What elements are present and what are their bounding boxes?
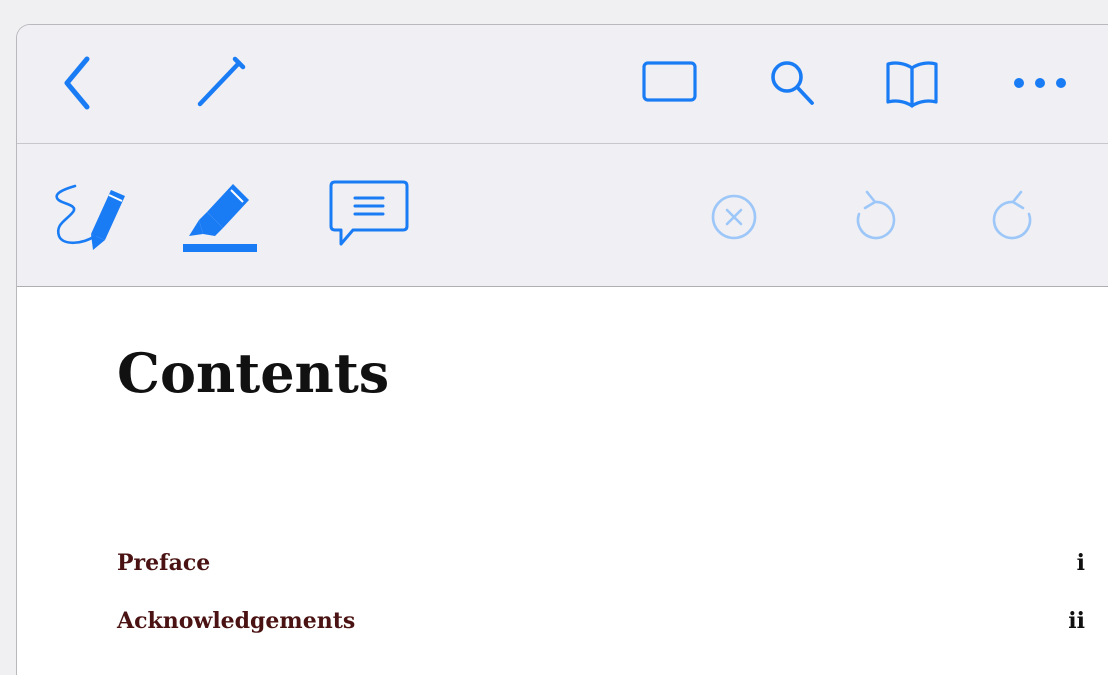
annotation-toolbar (17, 144, 1108, 287)
page-title: Contents (117, 341, 390, 405)
document-page: Contents Preface i Acknowledgements ii (17, 287, 1108, 675)
search-icon[interactable] (767, 57, 819, 109)
highlighter-icon[interactable] (177, 176, 263, 256)
toc-entry-label[interactable]: Acknowledgements (117, 605, 355, 637)
reader-window: Contents Preface i Acknowledgements ii (16, 24, 1108, 675)
pencil-icon[interactable] (193, 55, 249, 111)
undo-icon[interactable] (847, 184, 903, 250)
toc-entry-page-number: i (1076, 550, 1085, 576)
toc-entry-preface[interactable]: Preface i (117, 547, 1085, 579)
redo-icon[interactable] (985, 184, 1041, 250)
back-chevron-icon[interactable] (61, 55, 95, 111)
page-view-rectangle-icon[interactable] (641, 59, 699, 105)
toc-entry-label[interactable]: Preface (117, 547, 210, 579)
book-icon[interactable] (883, 57, 941, 109)
toc-entry-acknowledgements[interactable]: Acknowledgements ii (117, 605, 1085, 637)
clear-icon[interactable] (705, 188, 763, 246)
toc-entry-page-number: ii (1068, 608, 1085, 634)
comment-note-icon[interactable] (327, 176, 411, 252)
freehand-pen-icon[interactable] (49, 178, 131, 254)
more-ellipsis-icon[interactable] (1007, 69, 1073, 97)
navigation-toolbar (17, 25, 1108, 144)
